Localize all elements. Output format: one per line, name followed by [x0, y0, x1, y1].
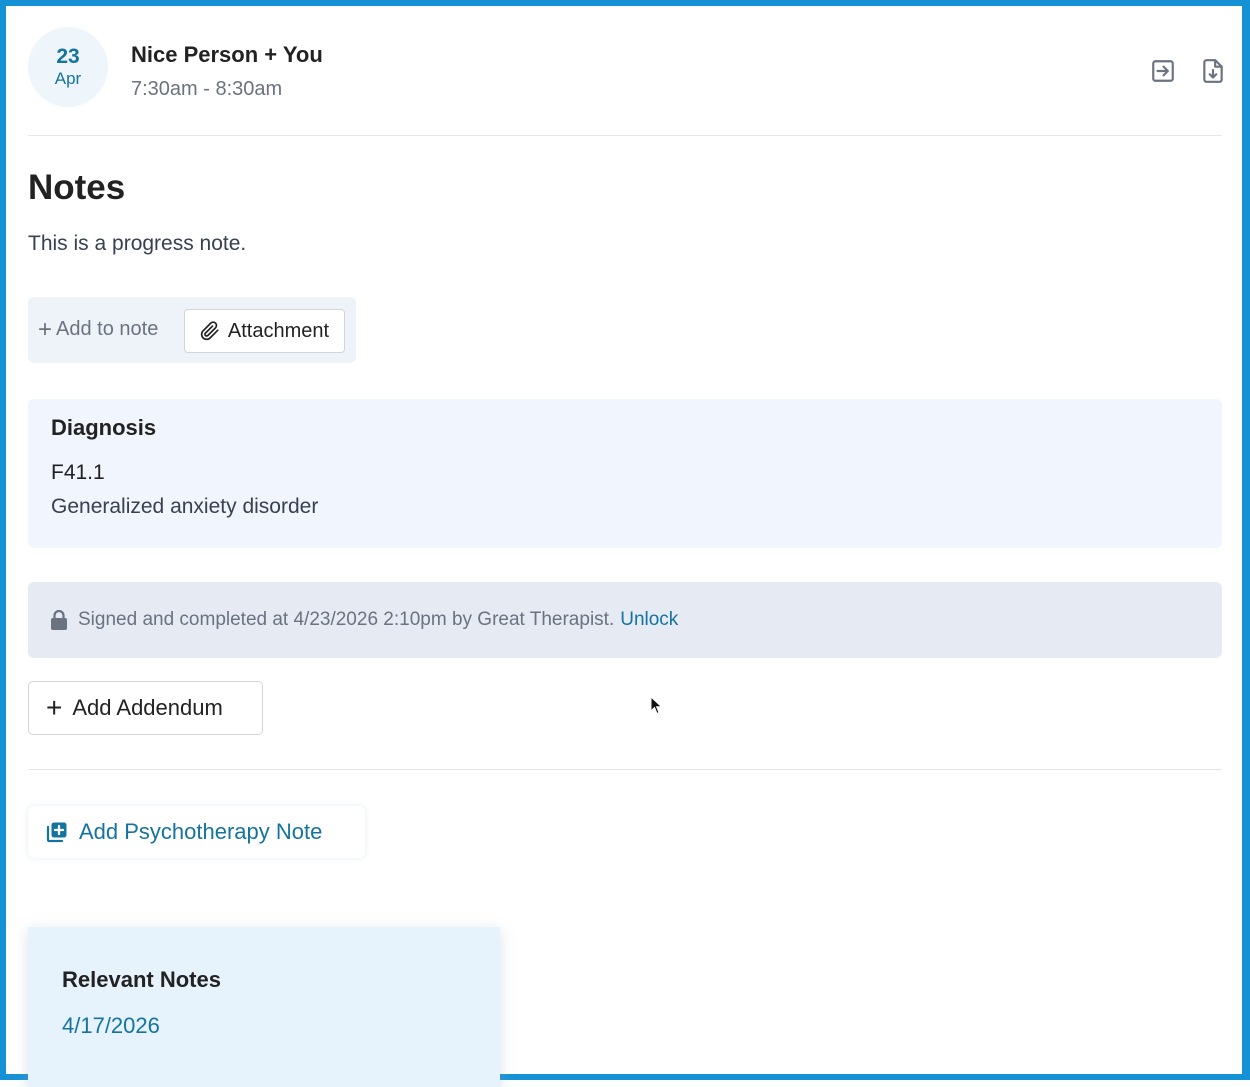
attachment-button[interactable]: Attachment: [184, 309, 345, 353]
date-badge: 23 Apr: [28, 27, 108, 107]
notes-heading: Notes: [28, 168, 126, 207]
add-note-stack-icon: [46, 822, 67, 843]
add-addendum-label: Add Addendum: [72, 695, 223, 720]
relevant-notes-title: Relevant Notes: [62, 967, 221, 992]
relevant-notes-panel: Relevant Notes 4/17/2026: [28, 927, 500, 1087]
section-divider: [28, 769, 1222, 770]
diagnosis-code: F41.1: [51, 461, 105, 484]
download-file-icon[interactable]: [1200, 58, 1226, 84]
add-to-note-button[interactable]: + Add to note: [38, 315, 159, 343]
add-addendum-button[interactable]: + Add Addendum: [28, 681, 263, 735]
unlock-link[interactable]: Unlock: [620, 609, 678, 631]
plus-icon: +: [38, 315, 53, 343]
app-frame: 23 Apr Nice Person + You 7:30am - 8:30am: [0, 0, 1250, 1087]
diagnosis-title: Diagnosis: [51, 415, 157, 440]
date-day: 23: [56, 45, 80, 68]
notes-body: This is a progress note.: [28, 232, 247, 255]
lock-icon: [51, 610, 67, 630]
export-icon[interactable]: [1150, 58, 1176, 84]
add-psychotherapy-note-label: Add Psychotherapy Note: [79, 819, 323, 844]
diagnosis-description: Generalized anxiety disorder: [51, 495, 319, 518]
attachment-label: Attachment: [227, 319, 330, 342]
add-psychotherapy-note-button[interactable]: Add Psychotherapy Note: [28, 806, 365, 858]
note-content: 23 Apr Nice Person + You 7:30am - 8:30am: [28, 6, 1223, 1087]
signed-status-text: Signed and completed at 4/23/2026 2:10pm…: [78, 609, 615, 630]
relevant-note-link[interactable]: 4/17/2026: [62, 1013, 160, 1039]
appointment-title: Nice Person + You: [131, 42, 323, 67]
appointment-time: 7:30am - 8:30am: [131, 78, 283, 100]
mouse-pointer-icon: [650, 696, 663, 715]
signed-status-banner: Signed and completed at 4/23/2026 2:10pm…: [28, 582, 1222, 658]
diagnosis-card: Diagnosis F41.1 Generalized anxiety diso…: [28, 399, 1222, 548]
appointment-header: 23 Apr Nice Person + You 7:30am - 8:30am: [28, 6, 1223, 136]
date-month: Apr: [54, 69, 82, 88]
plus-icon: +: [46, 692, 63, 723]
paperclip-icon: [200, 321, 219, 341]
add-to-note-bar: + Add to note Attachment: [28, 297, 356, 363]
add-to-note-label: Add to note: [56, 318, 159, 340]
